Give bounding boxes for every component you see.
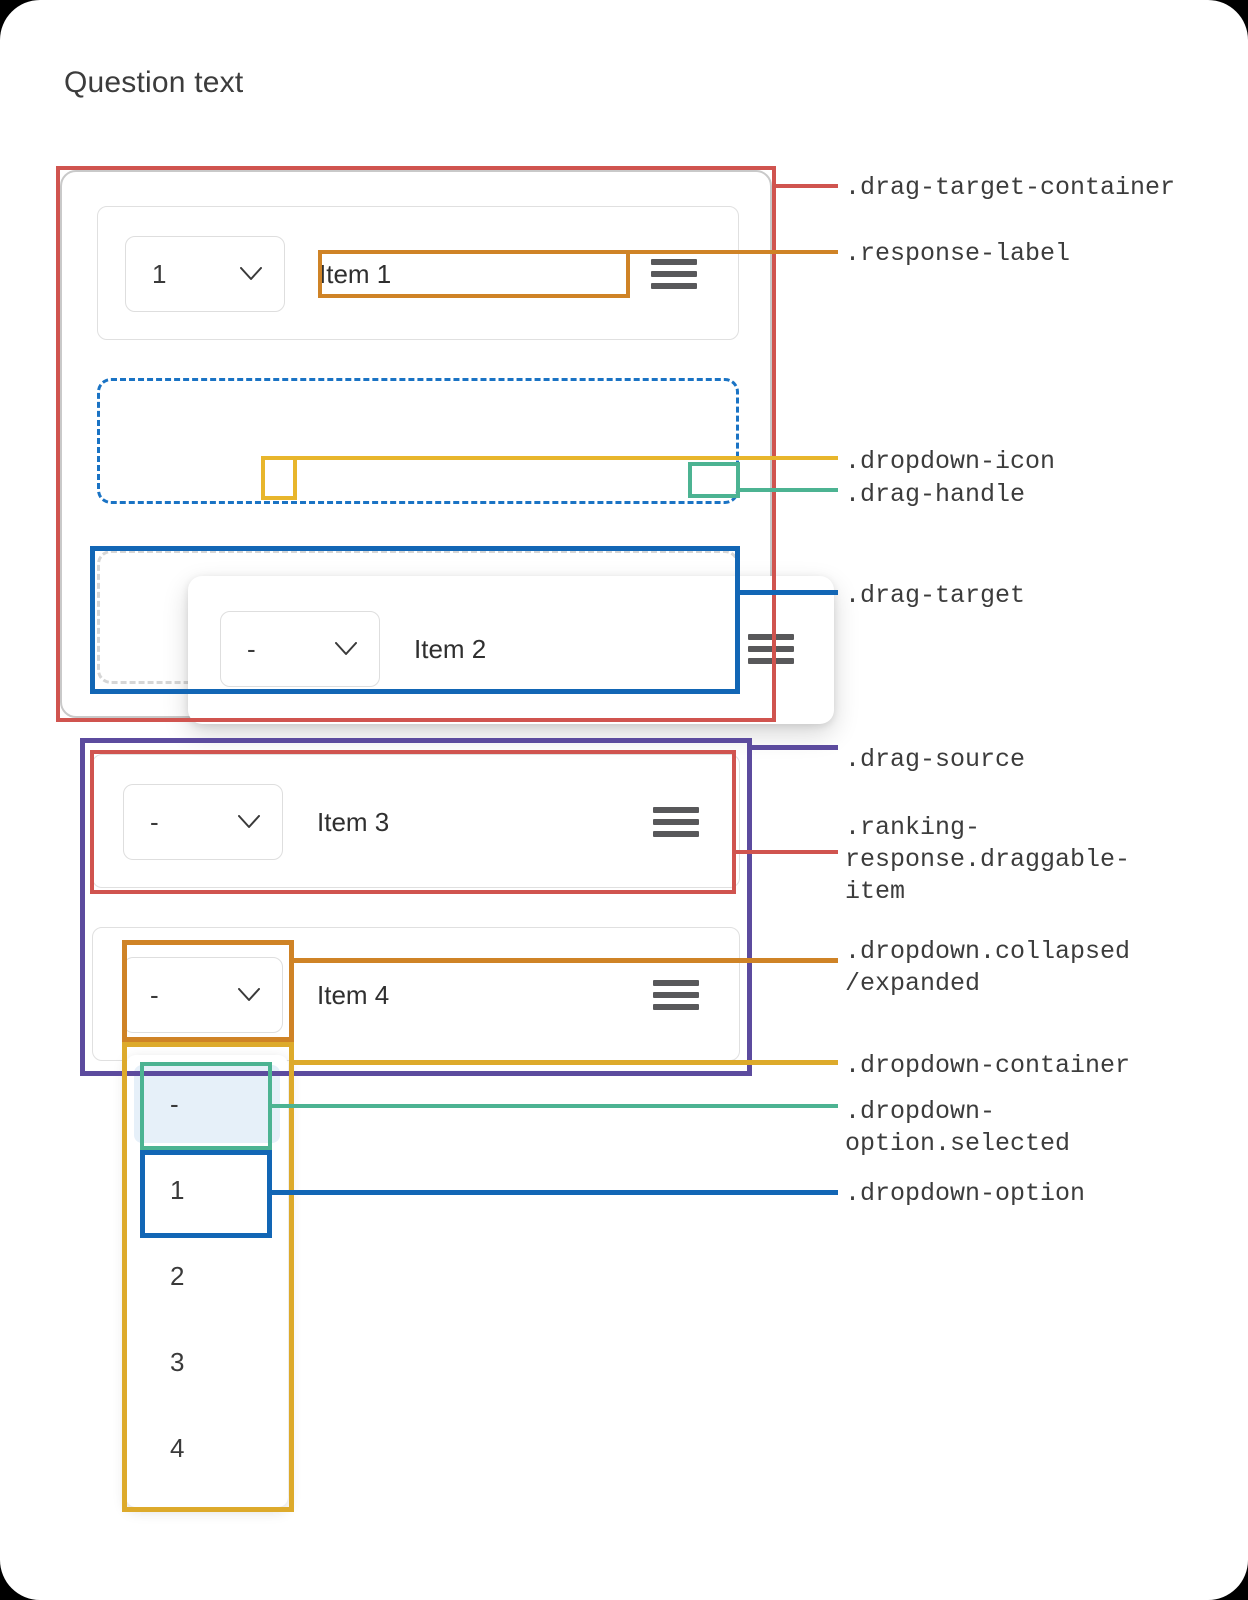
drag-handle-icon-item-4[interactable] [653,980,699,1010]
ranking-response-item-1[interactable]: 1 Item 1 [125,227,715,321]
response-row-item-4[interactable]: - Item 4 [123,948,717,1042]
dropdown-value-item-4: - [150,980,159,1010]
annotation-leader-drag-source [748,745,838,750]
dropdown-item-2[interactable]: - [220,611,380,687]
chevron-down-icon [238,815,260,829]
response-row-item-3[interactable]: - Item 3 [123,775,717,869]
annotation-label-dropdown-option: .dropdown-option [845,1179,1086,1208]
drag-handle-icon-item-2[interactable] [748,634,794,664]
ranking-response-item-2[interactable]: - Item 2 [220,602,812,696]
annotation-label-drag-target: .drag-target [845,581,1026,610]
dragging-card-item-2[interactable]: - Item 2 [188,576,834,724]
dropdown-value-item-1: 1 [152,259,167,289]
dropdown-item-1[interactable]: 1 [125,236,285,312]
dropdown-value-item-2: - [247,634,256,664]
drag-target-container: 1 Item 1 - Item 2 [60,170,834,724]
annotation-label-drag-target-container: .drag-target-container [845,173,1176,202]
annotation-label-dropdown-container: .dropdown-container [845,1051,1131,1080]
annotation-label-drag-source: .drag-source [845,745,1026,774]
annotation-label-drag-handle: .drag-handle [845,480,1026,509]
dropdown-option-2[interactable]: 2 [134,1237,280,1315]
dropdown-option-3[interactable]: 3 [134,1323,280,1401]
ranking-response-draggable-item-3[interactable]: - Item 3 [92,754,740,888]
chevron-down-icon [335,642,357,656]
dropdown-option-4[interactable]: 4 [134,1409,280,1487]
drag-handle-icon-item-3[interactable] [653,807,699,837]
annotation-label-dropdown-icon: .dropdown-icon [845,447,1056,476]
annotation-label-response-label: .response-label [845,239,1071,268]
response-label-item-2: Item 2 [414,633,487,664]
page-root: Question text 1 Item 1 - Item 2 - Item 3… [0,0,1248,1600]
response-label-item-4: Item 4 [317,979,390,1010]
dropdown-item-3[interactable]: - [123,784,283,860]
ranking-response-draggable-item-4[interactable]: - Item 4 [92,927,740,1061]
drag-handle-icon-item-1[interactable] [651,259,697,289]
response-label-item-1: Item 1 [319,258,392,289]
annotation-label-dropdown-option-selected: .dropdown- option.selected [845,1097,1071,1158]
dropdown-option-1[interactable]: 1 [134,1151,280,1229]
page-title: Question text [64,66,244,99]
chevron-down-icon [238,988,260,1002]
drop-slot-filled[interactable]: 1 Item 1 [97,206,739,340]
drag-source: - Item 3 - Item 4 [84,742,748,1072]
dropdown-item-4[interactable]: - [123,957,283,1033]
active-drop-indicator [97,378,739,504]
dropdown-container[interactable]: - 1 2 3 4 [126,1055,288,1507]
response-label-item-3: Item 3 [317,806,390,837]
dropdown-option-selected[interactable]: - [134,1065,280,1143]
annotation-label-ranking-response: .ranking- response.draggable- item [845,813,1131,906]
annotation-label-dropdown-collapsed: .dropdown.collapsed /expanded [845,937,1131,998]
annotation-leader-dropdown-option [268,1190,838,1195]
annotation-leader-drag-target-container [776,184,838,188]
chevron-down-icon [240,267,262,281]
annotation-leader-dropdown-option-selected [268,1104,838,1108]
dropdown-value-item-3: - [150,807,159,837]
